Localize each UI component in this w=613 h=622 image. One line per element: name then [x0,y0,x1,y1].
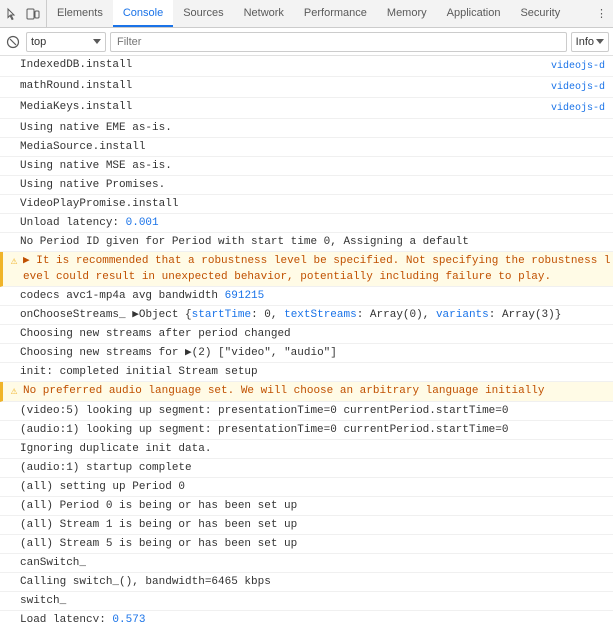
dropdown-arrow-icon [93,39,101,45]
latency-link[interactable]: 0.001 [126,217,159,229]
tab-application[interactable]: Application [437,0,511,27]
device-icon[interactable] [24,5,42,23]
console-log[interactable]: IndexedDB.install videojs-d mathRound.in… [0,56,613,622]
log-entry: onChooseStreams_ ▶Object {startTime: 0, … [0,306,613,325]
log-entry: No Period ID given for Period with start… [0,233,613,252]
log-entry: init: completed initial Stream setup [0,363,613,382]
context-dropdown[interactable]: top [26,32,106,52]
info-dropdown-arrow-icon [596,39,604,45]
log-entry: Load latency: 0.573 [0,611,613,622]
log-entry: Using native EME as-is. [0,119,613,138]
source-link[interactable]: videojs-d [551,99,613,117]
devtools-controls [0,0,47,27]
log-entry: MediaKeys.install videojs-d [0,98,613,119]
log-entry: Choosing new streams after period change… [0,325,613,344]
filter-input[interactable] [110,32,567,52]
log-entry: Choosing new streams for ▶(2) ["video", … [0,344,613,363]
tab-sources[interactable]: Sources [173,0,233,27]
log-entry: (all) Period 0 is being or has been set … [0,497,613,516]
source-link[interactable]: videojs-d [551,57,613,75]
log-entry: IndexedDB.install videojs-d [0,56,613,77]
source-link[interactable]: videojs-d [551,78,613,96]
warning-icon: ⚠ [11,384,18,400]
tab-performance[interactable]: Performance [294,0,377,27]
tab-console[interactable]: Console [113,0,173,27]
inspect-icon[interactable] [4,5,22,23]
log-entry: canSwitch_ [0,554,613,573]
log-entry: Calling switch_(), bandwidth=6465 kbps [0,573,613,592]
log-entry: (audio:1) startup complete [0,459,613,478]
tab-network[interactable]: Network [234,0,294,27]
load-latency-link[interactable]: 0.573 [112,614,145,622]
log-entry: MediaSource.install [0,138,613,157]
more-tabs-button[interactable]: ⋮ [590,0,613,27]
log-entry: (audio:1) looking up segment: presentati… [0,421,613,440]
log-entry: (video:5) looking up segment: presentati… [0,402,613,421]
log-entry: (all) Stream 5 is being or has been set … [0,535,613,554]
log-entry: VideoPlayPromise.install [0,195,613,214]
tab-elements[interactable]: Elements [47,0,113,27]
log-entry: switch_ [0,592,613,611]
tab-bar: Elements Console Sources Network Perform… [0,0,613,28]
log-entry: (all) setting up Period 0 [0,478,613,497]
tab-security[interactable]: Security [510,0,570,27]
console-toolbar: top Info [0,28,613,56]
clear-console-button[interactable] [4,33,22,51]
log-entry: mathRound.install videojs-d [0,77,613,98]
log-entry: Using native Promises. [0,176,613,195]
log-entry: Unload latency: 0.001 [0,214,613,233]
log-level-dropdown[interactable]: Info [571,32,609,52]
log-entry: (all) Stream 1 is being or has been set … [0,516,613,535]
log-entry: Ignoring duplicate init data. [0,440,613,459]
log-entry-warning: ⚠ No preferred audio language set. We wi… [0,382,613,402]
tab-memory[interactable]: Memory [377,0,437,27]
log-entry-warning: ⚠ ▶ It is recommended that a robustness … [0,252,613,287]
log-entry: codecs avc1-mp4a avg bandwidth 691215 [0,287,613,306]
log-entry: Using native MSE as-is. [0,157,613,176]
bandwidth-link[interactable]: 691215 [225,290,265,302]
warning-icon: ⚠ [11,254,18,270]
